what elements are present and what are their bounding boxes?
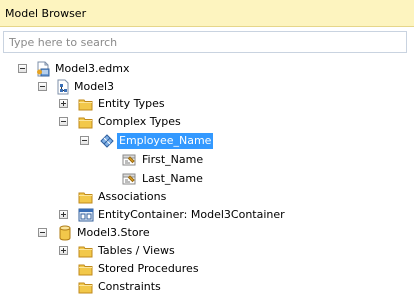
panel-title: Model Browser [5, 7, 87, 20]
tree-label: EntityContainer: Model3Container [98, 208, 285, 221]
tree-node-constraints[interactable]: Constraints [0, 279, 200, 295]
tree-node-store[interactable]: Model3.Store [0, 225, 200, 241]
tree-node-model[interactable]: Model3 [0, 79, 200, 95]
panel-title-bar: Model Browser [0, 0, 414, 27]
collapse-toggle[interactable] [38, 228, 47, 237]
tree-label: Associations [98, 190, 167, 203]
collapse-toggle[interactable] [38, 82, 47, 91]
folder-icon [78, 243, 94, 259]
expand-toggle[interactable] [59, 99, 68, 108]
tree-node-last-name[interactable]: Last_Name [0, 171, 220, 187]
database-icon [57, 225, 73, 241]
expand-toggle[interactable] [59, 246, 68, 255]
folder-icon [78, 96, 94, 112]
tree-node-stored-procedures[interactable]: Stored Procedures [0, 261, 200, 277]
property-icon [121, 171, 137, 187]
tree-node-complex-types[interactable]: Complex Types [0, 114, 200, 130]
tree-node-edmx[interactable]: Model3.edmx [0, 61, 200, 77]
collapse-toggle[interactable] [18, 64, 27, 73]
tree-node-first-name[interactable]: First_Name [0, 152, 220, 168]
tree-node-employee-name[interactable]: Employee_Name [0, 133, 220, 149]
tree-label: Last_Name [142, 172, 203, 185]
tree-label: First_Name [142, 153, 204, 166]
entity-container-icon [78, 207, 94, 223]
tree-label: Model3 [74, 80, 115, 93]
tree-label: Model3.Store [77, 226, 150, 239]
tree-label: Stored Procedures [98, 262, 199, 275]
complex-type-icon [99, 133, 115, 149]
tree-label: Model3.edmx [55, 62, 130, 75]
tree-label: Tables / Views [98, 244, 175, 257]
tree-node-tables-views[interactable]: Tables / Views [0, 243, 200, 259]
tree-label: Constraints [98, 280, 161, 293]
collapse-toggle[interactable] [59, 117, 68, 126]
search-input[interactable] [4, 32, 406, 52]
collapse-toggle[interactable] [80, 136, 89, 145]
tree-label: Complex Types [98, 115, 181, 128]
folder-icon [78, 261, 94, 277]
model-icon [55, 79, 71, 95]
tree-label: Employee_Name [117, 133, 214, 149]
folder-icon [78, 279, 94, 295]
tree-label: Entity Types [98, 97, 165, 110]
tree-node-entity-container[interactable]: EntityContainer: Model3Container [0, 207, 300, 223]
property-icon [121, 152, 137, 168]
edmx-file-icon [35, 61, 51, 77]
tree-node-entity-types[interactable]: Entity Types [0, 96, 200, 112]
tree-node-associations[interactable]: Associations [0, 189, 200, 205]
folder-icon [78, 189, 94, 205]
search-box[interactable] [3, 31, 407, 53]
folder-icon [78, 114, 94, 130]
expand-toggle[interactable] [59, 210, 68, 219]
